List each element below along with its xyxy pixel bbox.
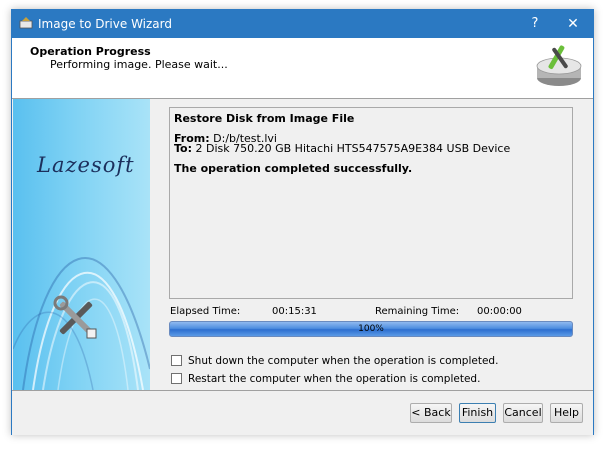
log-heading: Restore Disk from Image File [174,112,355,125]
log-result: The operation completed successfully. [174,162,413,175]
to-label: To: [174,142,192,155]
wizard-window: Image to Drive Wizard ? ✕ Operation Prog… [11,9,594,435]
page-subtitle: Performing image. Please wait... [50,58,228,71]
operation-log: Restore Disk from Image File From: D:/b/… [169,107,573,299]
disk-tools-icon [536,45,582,86]
content-area: Restore Disk from Image File From: D:/b/… [151,99,593,390]
to-value: 2 Disk 750.20 GB Hitachi HTS547575A9E384… [192,142,511,155]
finish-button[interactable]: Finish [459,403,496,423]
back-button[interactable]: < Back [410,403,452,423]
elapsed-label: Elapsed Time: [170,306,241,317]
window-title: Image to Drive Wizard [38,17,172,31]
progress-percent: 100% [358,324,384,334]
shutdown-checkbox[interactable] [171,355,182,366]
wave-decoration [13,257,150,390]
shutdown-label[interactable]: Shut down the computer when the operatio… [188,355,498,367]
page-title: Operation Progress [30,45,151,58]
wizard-header: Operation Progress Performing image. Ple… [12,38,593,99]
title-bar[interactable]: Image to Drive Wizard ? ✕ [12,10,593,38]
button-bar: < Back Finish Cancel Help [12,390,593,435]
restart-label[interactable]: Restart the computer when the operation … [188,373,480,385]
cancel-button[interactable]: Cancel [503,403,543,423]
progress-bar: 100% [169,321,573,337]
remaining-value: 00:00:00 [477,306,522,317]
help-button[interactable]: Help [550,403,583,423]
restart-checkbox[interactable] [171,373,182,384]
remaining-label: Remaining Time: [375,306,460,317]
sidebar-banner: Lazesoft [13,99,150,390]
brand-logo: Lazesoft [37,153,135,177]
tools-icon [53,295,97,339]
elapsed-value: 00:15:31 [272,306,317,317]
app-icon [19,17,33,29]
close-button[interactable]: ✕ [552,10,594,38]
log-to: To: 2 Disk 750.20 GB Hitachi HTS547575A9… [174,142,510,155]
